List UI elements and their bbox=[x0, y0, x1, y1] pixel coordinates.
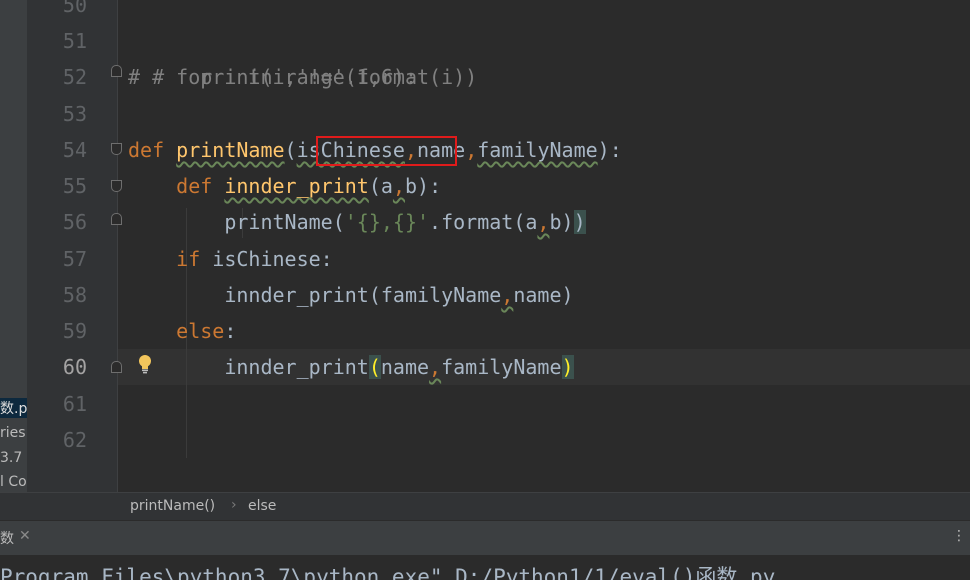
fold-end-icon[interactable] bbox=[111, 65, 122, 77]
paren-colon: ): bbox=[597, 138, 622, 162]
condition: isChinese: bbox=[200, 247, 333, 271]
format-call: .format( bbox=[429, 210, 526, 234]
line-number-current: 60 bbox=[62, 355, 87, 379]
annotation-highlight-box bbox=[316, 136, 457, 166]
project-item-file[interactable]: 数.p bbox=[0, 398, 27, 418]
comma: , bbox=[501, 283, 514, 307]
code-line-56[interactable]: printName('{},{}'.format(a,b)) bbox=[128, 204, 586, 240]
line-number: 55 bbox=[62, 174, 87, 198]
call: printName( bbox=[224, 210, 345, 234]
code-line-59[interactable]: else: bbox=[128, 313, 236, 349]
comma: , bbox=[429, 355, 442, 379]
paren: ( bbox=[284, 138, 297, 162]
line-number: 51 bbox=[62, 29, 87, 53]
arg-name: name bbox=[380, 355, 430, 379]
project-item-python-sdk[interactable]: 3.7 > bbox=[0, 450, 27, 466]
paren-colon: ): bbox=[417, 174, 442, 198]
paren: ( bbox=[368, 174, 381, 198]
call-rest: name) bbox=[513, 283, 574, 307]
code-line-55[interactable]: def innder_print(a,b): bbox=[128, 168, 441, 204]
close-icon[interactable]: ✕ bbox=[19, 528, 31, 544]
keyword-if: if bbox=[176, 247, 201, 271]
project-panel: 数.p ries 3.7 > l Co bbox=[0, 0, 27, 520]
line-number: 61 bbox=[62, 392, 87, 416]
breadcrumb-separator-icon: › bbox=[231, 497, 237, 513]
function-name: printName bbox=[176, 138, 285, 162]
param-familyname: familyName bbox=[477, 138, 598, 162]
keyword-def: def bbox=[176, 174, 213, 198]
lightbulb-icon[interactable] bbox=[137, 354, 153, 376]
line-number: 54 bbox=[62, 138, 87, 162]
project-item-scratches[interactable]: l Co bbox=[0, 474, 27, 490]
code-line-57[interactable]: if isChinese: bbox=[128, 241, 333, 277]
colon: : bbox=[224, 319, 237, 343]
line-number: 62 bbox=[62, 428, 87, 452]
comment-hash: # bbox=[128, 65, 141, 89]
comma: , bbox=[392, 174, 405, 198]
code-line-51[interactable]: # for i in range(1,6): bbox=[128, 23, 417, 89]
breadcrumb-item-function[interactable]: printName() bbox=[130, 498, 215, 514]
call: innder_print(familyName bbox=[224, 283, 502, 307]
arg-familyname: familyName bbox=[441, 355, 562, 379]
keyword-def: def bbox=[128, 138, 165, 162]
breadcrumb: printName() › else bbox=[0, 492, 970, 520]
function-name: innder_print bbox=[224, 174, 369, 198]
run-tool-window-header: 数 ✕ ⋮ bbox=[0, 520, 970, 555]
line-number: 59 bbox=[62, 319, 87, 343]
breadcrumb-item-else[interactable]: else bbox=[248, 498, 276, 514]
matched-paren: ) bbox=[573, 210, 586, 234]
string-literal: '{},{}' bbox=[344, 210, 430, 234]
matched-paren-close: ) bbox=[561, 355, 574, 379]
fold-end-icon[interactable] bbox=[111, 361, 122, 373]
code-line-60[interactable]: innder_print(name,familyName) bbox=[128, 349, 574, 385]
param-a: a bbox=[380, 174, 393, 198]
line-number: 50 bbox=[62, 0, 87, 17]
comment: print(i,'!='.format(i)) bbox=[140, 65, 478, 89]
line-number: 52 bbox=[62, 65, 87, 89]
line-number: 58 bbox=[62, 283, 87, 307]
project-item-libraries[interactable]: ries bbox=[0, 425, 26, 441]
run-console[interactable]: Program Files\python3.7\python.exe" D:/P… bbox=[0, 555, 970, 580]
more-options-icon[interactable]: ⋮ bbox=[952, 528, 966, 544]
matched-paren-open: ( bbox=[368, 355, 381, 379]
run-tab[interactable]: 数 bbox=[0, 528, 14, 548]
line-number: 57 bbox=[62, 247, 87, 271]
code-line-58[interactable]: innder_print(familyName,name) bbox=[128, 277, 574, 313]
call: innder_print bbox=[224, 355, 369, 379]
comma: , bbox=[465, 138, 478, 162]
arg-b: b bbox=[549, 210, 562, 234]
keyword-else: else bbox=[176, 319, 225, 343]
line-number: 53 bbox=[62, 102, 87, 126]
comma: , bbox=[537, 210, 550, 234]
fold-end-icon[interactable] bbox=[111, 213, 122, 225]
fold-start-icon[interactable] bbox=[111, 180, 122, 192]
arg-a: a bbox=[525, 210, 538, 234]
paren: ) bbox=[561, 210, 574, 234]
code-line-52[interactable]: # print(i,'!='.format(i)) bbox=[128, 59, 477, 95]
fold-start-icon[interactable] bbox=[111, 143, 122, 155]
param-b: b bbox=[404, 174, 418, 198]
line-number: 56 bbox=[62, 210, 87, 234]
console-output-line: Program Files\python3.7\python.exe" D:/P… bbox=[0, 565, 776, 580]
